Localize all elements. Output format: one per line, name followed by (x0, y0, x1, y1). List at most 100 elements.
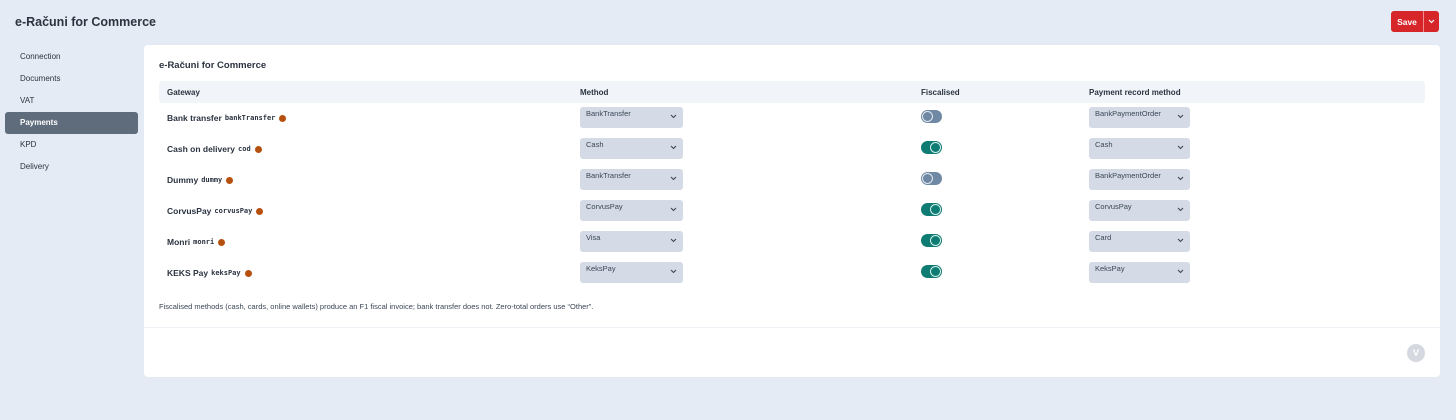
column-header-method: Method (580, 88, 609, 97)
status-dot-icon (226, 176, 234, 184)
payment-record-select[interactable]: Cash (1089, 138, 1190, 159)
column-header-fiscalised: Fiscalised (921, 88, 960, 97)
toggle-knob (922, 111, 933, 122)
gateway-cell: Bank transfer bankTransfer (167, 113, 287, 123)
status-dot-icon (254, 145, 262, 153)
method-select[interactable]: Visa (580, 231, 683, 252)
method-select[interactable]: CorvusPay (580, 200, 683, 221)
payment-record-value: Cash (1095, 140, 1113, 149)
gateway-name: KEKS Pay (167, 268, 209, 278)
fiscalisation-note: Fiscalised methods (cash, cards, online … (159, 302, 594, 311)
app-title: e-Računi for Commerce (15, 15, 157, 29)
fiscalised-toggle[interactable] (921, 234, 942, 247)
sidebar-item-payments[interactable]: Payments (5, 111, 138, 134)
gateway-cell: KEKS Pay keksPay (167, 268, 252, 278)
gateway-name: Dummy (167, 175, 199, 185)
chevron-down-icon (1177, 114, 1184, 119)
chevron-down-icon (1177, 145, 1184, 150)
chevron-down-icon (1177, 269, 1184, 274)
v-logo-icon: V (1407, 344, 1425, 362)
chevron-down-icon (670, 207, 677, 212)
method-value: BankTransfer (586, 109, 631, 118)
payment-record-value: BankPaymentOrder (1095, 109, 1161, 118)
chevron-down-icon (670, 238, 677, 243)
gateway-name: Cash on delivery (167, 144, 236, 154)
column-header-payment-record: Payment record method (1089, 88, 1181, 97)
save-options-button[interactable] (1423, 11, 1439, 32)
payment-record-select[interactable]: BankPaymentOrder (1089, 169, 1190, 190)
sidebar-item-connection[interactable]: Connection (5, 45, 138, 67)
table-row: Dummy dummy BankTransfer BankPaymentOrder (159, 165, 1425, 196)
chevron-down-icon (670, 269, 677, 274)
gateway-code: monri (193, 238, 215, 246)
toggle-knob (930, 266, 941, 277)
payments-panel: e-Računi for Commerce Gateway Method Fis… (144, 45, 1440, 377)
chevron-down-icon (670, 176, 677, 181)
gateway-cell: Dummy dummy (167, 175, 234, 185)
gateway-code: keksPay (211, 269, 241, 277)
table-header: Gateway Method Fiscalised Payment record… (159, 81, 1425, 103)
fiscalised-toggle[interactable] (921, 141, 942, 154)
sidebar-item-documents[interactable]: Documents (5, 67, 138, 89)
gateway-cell: Cash on delivery cod (167, 144, 262, 154)
method-value: KeksPay (586, 264, 616, 273)
toggle-knob (922, 173, 933, 184)
column-header-gateway: Gateway (167, 88, 200, 97)
chevron-down-icon (1177, 207, 1184, 212)
table-row: Cash on delivery cod Cash Cash (159, 134, 1425, 165)
gateway-name: Monri (167, 237, 191, 247)
gateway-cell: CorvusPay corvusPay (167, 206, 264, 216)
fiscalised-toggle[interactable] (921, 265, 942, 278)
table-row: KEKS Pay keksPay KeksPay KeksPay (159, 258, 1425, 289)
payment-record-select[interactable]: BankPaymentOrder (1089, 107, 1190, 128)
chevron-down-icon (670, 114, 677, 119)
payment-record-value: Card (1095, 233, 1112, 242)
gateway-cell: Monri monri (167, 237, 226, 247)
chevron-down-icon (1428, 19, 1435, 24)
fiscalised-toggle[interactable] (921, 110, 942, 123)
status-dot-icon (244, 269, 252, 277)
payment-record-value: CorvusPay (1095, 202, 1132, 211)
save-button-group: Save (1391, 11, 1439, 32)
method-value: Visa (586, 233, 601, 242)
chevron-down-icon (1177, 238, 1184, 243)
payments-table: Gateway Method Fiscalised Payment record… (159, 81, 1425, 283)
panel-divider (144, 327, 1440, 328)
fiscalised-toggle[interactable] (921, 172, 942, 185)
table-row: Bank transfer bankTransfer BankTransfer B… (159, 103, 1425, 134)
gateway-code: corvusPay (214, 207, 253, 215)
method-value: CorvusPay (586, 202, 623, 211)
gateway-code: bankTransfer (224, 114, 276, 122)
payment-record-value: BankPaymentOrder (1095, 171, 1161, 180)
method-select[interactable]: BankTransfer (580, 107, 683, 128)
table-row: CorvusPay corvusPay CorvusPay CorvusPay (159, 196, 1425, 227)
method-select[interactable]: Cash (580, 138, 683, 159)
status-dot-icon (218, 238, 226, 246)
gateway-code: dummy (201, 176, 223, 184)
payment-record-select[interactable]: KeksPay (1089, 262, 1190, 283)
toggle-knob (930, 142, 941, 153)
toggle-knob (930, 204, 941, 215)
panel-title: e-Računi for Commerce (159, 60, 267, 71)
chevron-down-icon (670, 145, 677, 150)
toggle-knob (930, 235, 941, 246)
table-row: Monri monri Visa Card (159, 227, 1425, 258)
sidebar-item-kpd[interactable]: KPD (5, 134, 138, 156)
sidebar-item-delivery[interactable]: Delivery (5, 156, 138, 178)
status-dot-icon (279, 114, 287, 122)
payment-record-value: KeksPay (1095, 264, 1125, 273)
gateway-name: CorvusPay (167, 206, 212, 216)
save-button[interactable]: Save (1391, 11, 1423, 32)
payment-record-select[interactable]: Card (1089, 231, 1190, 252)
method-value: BankTransfer (586, 171, 631, 180)
fiscalised-toggle[interactable] (921, 203, 942, 216)
status-dot-icon (256, 207, 264, 215)
method-select[interactable]: BankTransfer (580, 169, 683, 190)
payment-record-select[interactable]: CorvusPay (1089, 200, 1190, 221)
chevron-down-icon (1177, 176, 1184, 181)
method-value: Cash (586, 140, 604, 149)
gateway-name: Bank transfer (167, 113, 222, 123)
sidebar-nav: Connection Documents VAT Payments KPD De… (5, 45, 138, 178)
method-select[interactable]: KeksPay (580, 262, 683, 283)
sidebar-item-vat[interactable]: VAT (5, 89, 138, 111)
